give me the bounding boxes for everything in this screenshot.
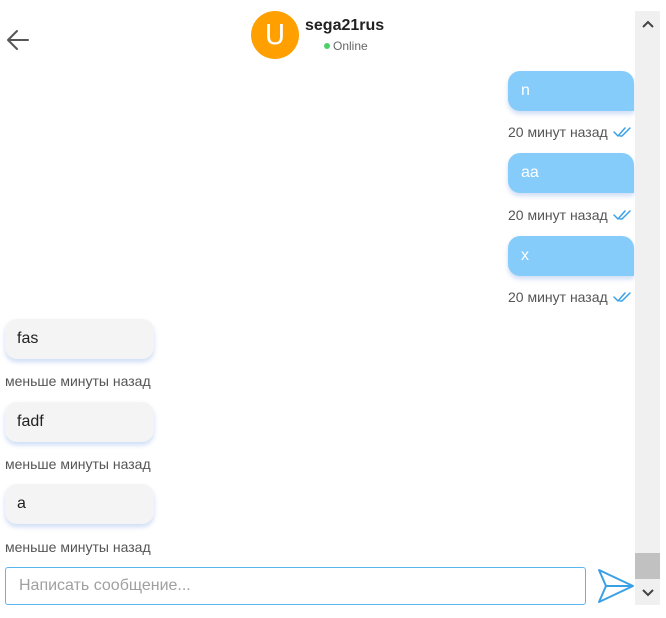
send-button[interactable] bbox=[596, 567, 636, 605]
online-status: Online bbox=[324, 39, 368, 53]
message-time: 20 минут назад bbox=[508, 124, 633, 140]
scroll-down-button[interactable] bbox=[635, 580, 660, 605]
double-check-icon bbox=[612, 127, 631, 137]
message-time-label: 20 минут назад bbox=[508, 124, 608, 140]
scroll-up-button[interactable] bbox=[635, 11, 660, 36]
message-bubble-incoming[interactable]: fas bbox=[5, 319, 154, 359]
message-time: 20 минут назад bbox=[508, 207, 633, 223]
back-button[interactable] bbox=[4, 26, 32, 54]
message-bubble-outgoing[interactable]: n bbox=[508, 71, 634, 111]
message-bubble-incoming[interactable]: fadf bbox=[5, 402, 154, 442]
chat-window: U sega21rus Online n 20 минут назад aa 2… bbox=[0, 0, 666, 618]
arrow-left-icon bbox=[7, 30, 29, 50]
message-time-label: меньше минуты назад bbox=[5, 539, 151, 555]
message-bubble-outgoing[interactable]: aa bbox=[508, 153, 634, 193]
status-dot-icon bbox=[324, 43, 330, 49]
chevron-up-icon bbox=[641, 20, 654, 28]
contact-name: sega21rus bbox=[305, 17, 385, 34]
message-time-label: меньше минуты назад bbox=[5, 373, 151, 389]
message-input[interactable] bbox=[5, 567, 586, 605]
scrollbar[interactable] bbox=[635, 11, 660, 605]
double-check-icon bbox=[612, 210, 631, 220]
message-time-label: меньше минуты назад bbox=[5, 456, 151, 472]
double-check-icon bbox=[612, 292, 631, 302]
message-bubble-outgoing[interactable]: x bbox=[508, 236, 634, 276]
message-time-label: 20 минут назад bbox=[508, 289, 608, 305]
paper-plane-icon bbox=[598, 569, 634, 603]
message-time: 20 минут назад bbox=[508, 289, 633, 305]
avatar[interactable]: U bbox=[251, 11, 299, 59]
message-time-label: 20 минут назад bbox=[508, 207, 608, 223]
message-bubble-incoming[interactable]: a bbox=[5, 484, 154, 524]
chevron-down-icon bbox=[641, 588, 654, 596]
scroll-thumb[interactable] bbox=[635, 553, 660, 579]
status-label: Online bbox=[333, 39, 368, 53]
